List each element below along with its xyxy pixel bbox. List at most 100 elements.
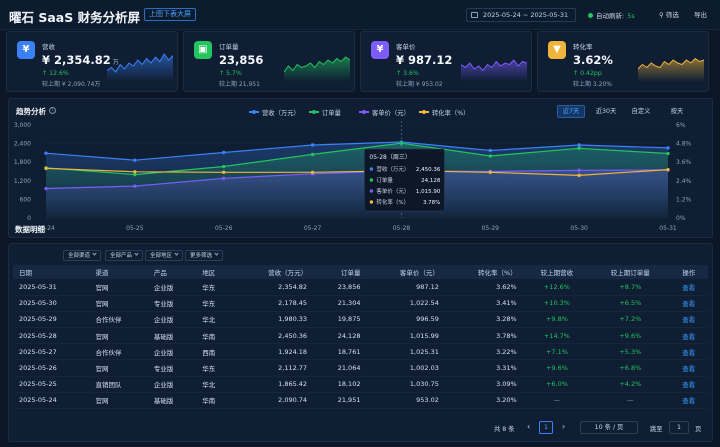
view-link[interactable]: 查看 xyxy=(669,327,708,345)
data-point[interactable] xyxy=(488,154,492,158)
data-point[interactable] xyxy=(488,148,492,153)
data-point[interactable] xyxy=(399,141,404,145)
auto-refresh-seconds: 5s xyxy=(627,12,635,20)
detail-panel: 数据明细 全部渠道 全部产品 全部地区 更多筛选 日期 渠道 产品 地区 营收（万元） 订单量客… xyxy=(8,225,713,442)
sparkline-area xyxy=(461,60,527,81)
view-link[interactable]: 查看 xyxy=(669,295,708,312)
table-cell: 953.02 xyxy=(366,392,445,410)
data-point[interactable] xyxy=(577,143,581,147)
trend-chart[interactable]: 3,000 6% 2,400 4.8% 1,800 3.6% 1,200 2.4% 600 1.2… xyxy=(9,99,714,239)
kpi-label: 转化率 xyxy=(573,43,593,51)
data-point[interactable] xyxy=(666,146,670,150)
table-cell: 2,090.74 xyxy=(234,392,314,410)
filter-chip-3[interactable]: 更多筛选 xyxy=(185,250,224,261)
data-point[interactable] xyxy=(577,173,581,178)
table-row: 2025-05-29 合作伙伴 企业版 华北 1,980.33 19,875 996.59 3… xyxy=(13,311,708,329)
data-point[interactable] xyxy=(133,158,137,162)
column-header[interactable]: 渠道 xyxy=(90,265,148,279)
data-point[interactable] xyxy=(666,151,670,156)
auto-refresh-label: 自动刷新: xyxy=(596,12,625,20)
column-header[interactable]: 营收（万元） xyxy=(235,265,313,279)
table-cell: 3.78% xyxy=(444,327,523,345)
x-tick: 05-31 xyxy=(659,225,677,232)
data-point[interactable] xyxy=(488,170,492,174)
data-point[interactable] xyxy=(577,146,581,150)
table-cell: 华南 xyxy=(196,327,235,345)
pagination-total: 共 8 条 xyxy=(494,426,515,433)
table-cell: 华北 xyxy=(196,376,235,393)
column-header[interactable]: 较上期订单量 xyxy=(591,265,669,279)
table-cell: 华东 xyxy=(196,359,235,377)
view-link[interactable]: 查看 xyxy=(669,343,708,361)
bigscreen-button[interactable]: 上图下表大屏 xyxy=(144,8,196,21)
auto-refresh-toggle[interactable]: 自动刷新: 5s xyxy=(588,10,635,20)
column-header[interactable]: 客单价（元） xyxy=(366,265,444,279)
table-cell: 官网 xyxy=(89,392,148,410)
table-cell: 1,002.03 xyxy=(366,359,445,377)
data-point[interactable] xyxy=(44,186,48,191)
table-cell: 21,951 xyxy=(313,392,367,410)
pagination-prev[interactable]: ‹ xyxy=(527,422,530,431)
filter-chip-0[interactable]: 全部渠道 xyxy=(63,250,102,261)
table-row: 2025-05-24 官网 基础版 华南 2,090.74 21,951 953.02 3.2… xyxy=(13,392,708,410)
table-cell: 官网 xyxy=(89,279,148,296)
filter-button[interactable]: ⚲ 筛选 xyxy=(659,9,679,19)
view-link[interactable]: 查看 xyxy=(669,359,708,377)
table-cell: 3.22% xyxy=(444,343,523,361)
pagination-next[interactable]: › xyxy=(562,422,565,431)
data-point[interactable] xyxy=(310,143,315,147)
table-cell: 19,875 xyxy=(313,311,367,329)
data-point[interactable] xyxy=(44,166,48,171)
y-right-tick: 2.4% xyxy=(676,178,692,185)
date-range-picker[interactable]: 2025-05-24 ~ 2025-05-31 xyxy=(466,8,576,22)
pagination-current[interactable]: 1 xyxy=(539,421,553,434)
data-point[interactable] xyxy=(577,168,581,172)
column-header[interactable]: 较上期营收 xyxy=(523,265,591,279)
view-link[interactable]: 查看 xyxy=(669,392,708,410)
data-point[interactable] xyxy=(44,151,48,155)
filter-chip-2[interactable]: 全部地区 xyxy=(145,250,184,261)
detail-table: 日期 渠道 产品 地区 营收（万元） 订单量 客单价（元） 转化率（%） 较上期营收 较上期订单量… xyxy=(13,265,708,410)
y-left-tick: 600 xyxy=(20,196,32,203)
page-size-select[interactable]: 10 条 / 页 xyxy=(580,421,638,434)
data-point[interactable] xyxy=(310,152,315,157)
data-point[interactable] xyxy=(222,164,226,169)
kpi-value-text: ¥ 987.12 xyxy=(396,53,453,67)
goto-suffix: 页 xyxy=(695,426,702,433)
view-link[interactable]: 查看 xyxy=(669,279,708,296)
table-cell: 华北 xyxy=(196,311,235,329)
table-cell: 2025-05-27 xyxy=(13,343,90,361)
kpi-value: 3.62% xyxy=(573,53,615,67)
view-link[interactable]: 查看 xyxy=(669,311,708,329)
goto-input[interactable]: 1 xyxy=(669,421,689,434)
tooltip-marker-icon xyxy=(369,167,374,171)
column-header[interactable]: 订单量 xyxy=(313,265,366,279)
table-cell: 基础版 xyxy=(147,327,197,345)
table-cell: 3.20% xyxy=(444,392,523,410)
data-point[interactable] xyxy=(222,170,226,174)
export-button[interactable]: 导出 xyxy=(694,9,707,19)
kpi-change: ↑ 5.7% xyxy=(219,70,242,77)
table-cell: 官网 xyxy=(89,295,148,312)
tooltip-series-name: 订单量 xyxy=(376,176,393,184)
column-header[interactable]: 产品 xyxy=(148,265,196,279)
view-link[interactable]: 查看 xyxy=(669,376,708,393)
column-header[interactable]: 日期 xyxy=(13,265,90,279)
data-point[interactable] xyxy=(222,176,226,181)
data-point[interactable] xyxy=(222,150,226,155)
tooltip-series-name: 客单价（元） xyxy=(376,187,409,195)
kpi-icon: ¥ xyxy=(371,41,389,59)
table-cell: 1,025.31 xyxy=(366,343,445,361)
column-header[interactable]: 操作 xyxy=(669,265,708,279)
data-point[interactable] xyxy=(310,170,315,174)
column-header[interactable]: 转化率（%） xyxy=(445,265,523,279)
tooltip-marker-icon xyxy=(369,178,374,182)
data-point[interactable] xyxy=(133,170,137,174)
data-point[interactable] xyxy=(666,167,670,172)
data-point[interactable] xyxy=(133,184,137,188)
table-cell: +6.5% xyxy=(591,295,670,312)
filter-chip-1[interactable]: 全部产品 xyxy=(105,250,144,261)
table-cell: 987.12 xyxy=(366,279,445,296)
column-header[interactable]: 地区 xyxy=(196,265,234,279)
table-cell: 1,030.75 xyxy=(366,376,445,393)
